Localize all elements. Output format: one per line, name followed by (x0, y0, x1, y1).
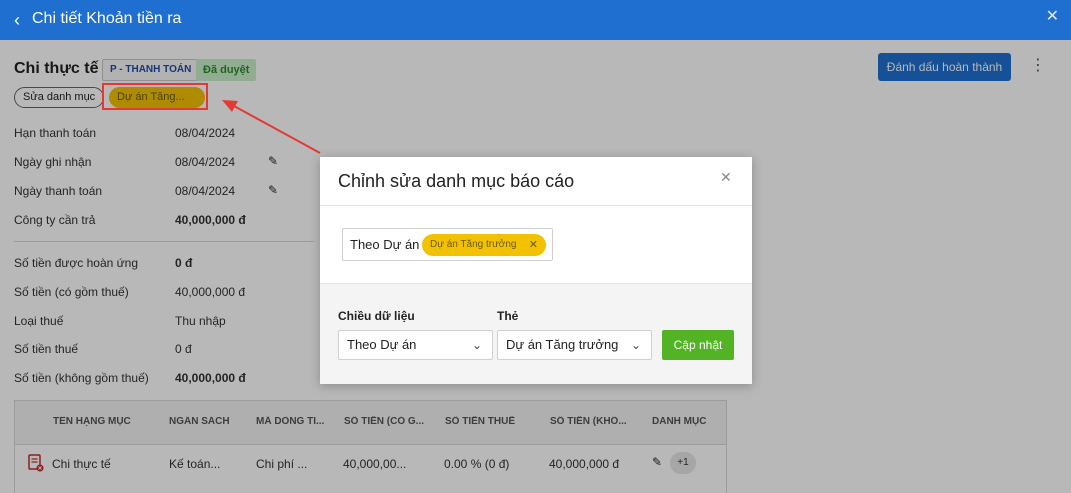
remove-tag-icon[interactable]: ✕ (529, 234, 538, 256)
filter-label: Theo Dự án (350, 237, 420, 252)
edit-report-category-modal: Chỉnh sửa danh mục báo cáo ✕ Theo Dự án … (320, 157, 752, 384)
top-bar: ‹ Chi tiết Khoản tiền ra ✕ (0, 0, 1071, 40)
selected-tag-label: Dự án Tăng trưởng (430, 239, 517, 250)
modal-form-section: Chiều dữ liệu Theo Dự án ⌄ Thẻ Dự án Tăn… (320, 283, 752, 384)
dimension-select[interactable]: Theo Dự án ⌄ (338, 330, 493, 360)
chevron-down-icon: ⌄ (630, 338, 641, 352)
window-title: Chi tiết Khoản tiền ra (32, 10, 182, 27)
update-button[interactable]: Cập nhật (662, 330, 734, 360)
chevron-down-icon: ⌄ (471, 338, 482, 352)
tag-field-label: Thẻ (497, 309, 519, 323)
selected-tag-chip: Dự án Tăng trưởng ✕ (422, 234, 546, 256)
divider (320, 205, 752, 206)
dimension-select-value: Theo Dự án (347, 337, 417, 352)
tag-select-value: Dự án Tăng trưởng (506, 337, 619, 352)
dimension-label: Chiều dữ liệu (338, 309, 415, 323)
close-icon[interactable]: ✕ (720, 169, 732, 186)
tag-select[interactable]: Dự án Tăng trưởng ⌄ (497, 330, 652, 360)
selected-filter-box: Theo Dự án Dự án Tăng trưởng ✕ (342, 228, 553, 261)
chevron-left-icon[interactable]: ‹ (14, 10, 28, 30)
annotation-highlight-box (102, 83, 208, 110)
modal-title: Chỉnh sửa danh mục báo cáo (338, 171, 575, 191)
close-icon[interactable]: ✕ (1046, 8, 1059, 26)
